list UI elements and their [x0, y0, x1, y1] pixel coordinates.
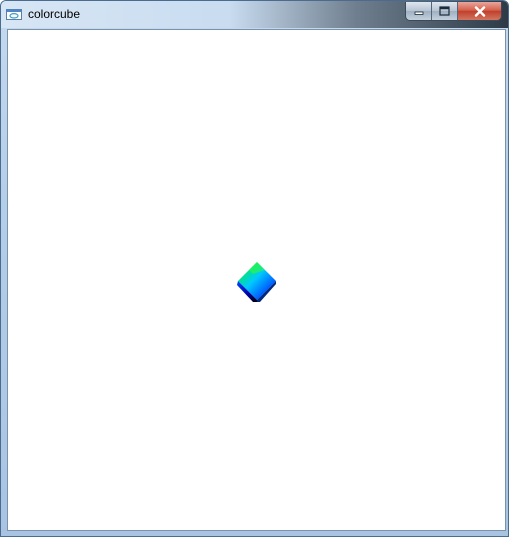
close-button[interactable] [458, 2, 501, 20]
close-icon [474, 5, 485, 17]
app-window: colorcube [0, 0, 509, 537]
maximize-icon [439, 6, 450, 16]
minimize-icon [414, 11, 423, 15]
render-canvas[interactable] [7, 29, 506, 531]
title-bar[interactable]: colorcube [1, 1, 508, 28]
maximize-button[interactable] [432, 2, 458, 20]
color-cube [237, 262, 276, 302]
window-title: colorcube [28, 7, 81, 21]
window-controls [405, 2, 502, 21]
minimize-button[interactable] [406, 2, 432, 20]
app-window-icon [6, 9, 22, 20]
